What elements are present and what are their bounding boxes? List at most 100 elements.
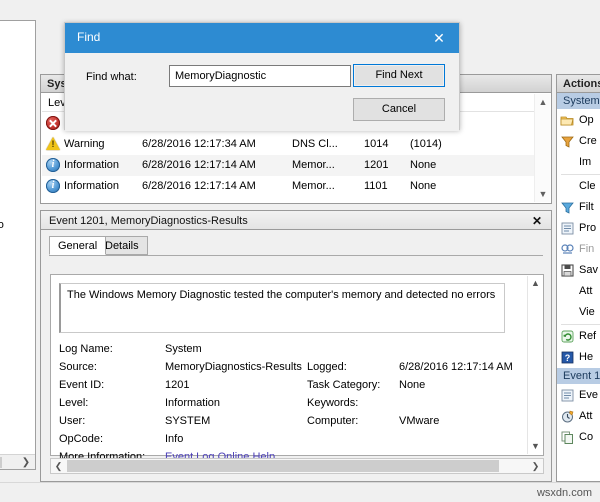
action-save-all-events-as[interactable]: Sav [557,260,600,281]
close-icon[interactable]: ✕ [419,23,459,53]
find-what-label: Find what: [86,71,137,83]
table-row[interactable]: Warning 6/28/2016 12:17:34 AM DNS Cl... … [42,134,534,155]
table-row[interactable]: Information 6/28/2016 12:17:14 AM Memor.… [42,176,534,197]
field-label: User: [59,415,165,427]
error-icon [46,116,60,130]
chevron-right-icon[interactable]: ❯ [19,455,33,470]
table-row[interactable]: Information 6/28/2016 12:17:14 AM Memor.… [42,155,534,176]
center-pane: Syst Lev E [40,74,552,482]
field-value: Information [165,397,305,409]
tree-horizontal-scrollbar[interactable]: ❯ [0,454,35,469]
action-label: Eve [579,389,598,401]
cell-level: Warning [64,134,140,155]
none-icon [560,284,575,299]
refresh-icon [560,329,575,344]
cell-category: None [410,176,500,197]
actions-pane: Actions System Op Cre Im [556,74,600,482]
filter-icon [560,134,575,149]
action-label: Ref [579,330,596,342]
event-details-title-text: Event 1201, MemoryDiagnostics-Results [49,215,248,227]
tree-item-services-log[interactable]: ices Lo [0,219,35,233]
info-icon [46,179,60,193]
filter-icon [560,200,575,215]
status-bar: wsxdn.com [0,482,600,502]
cell-event-id: 1014 [364,134,404,155]
chevron-up-icon[interactable]: ▲ [528,276,543,291]
action-refresh[interactable]: Ref [557,326,600,347]
cell-category: (1014) [410,134,500,155]
action-view[interactable]: Vie [557,302,600,323]
details-scroll-thumb[interactable] [67,460,499,472]
details-vertical-scrollbar[interactable]: ▲ ▼ [527,276,542,454]
action-import-custom-view[interactable]: Im [557,152,600,173]
none-icon [560,305,575,320]
action-help[interactable]: ? He [557,347,600,368]
none-icon [560,155,575,170]
action-attach-task-to-event[interactable]: Att [557,406,600,427]
attach-task-icon [560,409,575,424]
action-label: Att [579,285,592,297]
tab-general[interactable]: General [49,236,106,255]
action-clear-log[interactable]: Cle [557,176,600,197]
find-what-input[interactable] [169,65,351,87]
action-label: Vie [579,306,595,318]
tree-scroll-thumb[interactable] [0,457,2,468]
chevron-right-icon[interactable]: ❯ [528,459,543,473]
properties-icon [560,221,575,236]
action-attach-task-to-log[interactable]: Att [557,281,600,302]
action-find[interactable]: Fin [557,239,600,260]
details-horizontal-scrollbar[interactable]: ❮ ❯ [50,458,544,474]
action-filter-current-log[interactable]: Filt [557,197,600,218]
cell-date: 6/28/2016 12:17:14 AM [142,155,292,176]
actions-group-event: Event 1 [557,368,600,385]
chevron-up-icon[interactable]: ▲ [535,94,551,110]
field-label-2: Computer: [307,415,399,427]
action-create-custom-view[interactable]: Cre [557,131,600,152]
help-icon: ? [560,350,575,365]
event-details-title: Event 1201, MemoryDiagnostics-Results ✕ [40,210,552,230]
cell-date: 6/28/2016 12:17:14 AM [142,176,292,197]
field-value: 1201 [165,379,305,391]
event-details-pane: Event 1201, MemoryDiagnostics-Results ✕ … [40,210,552,482]
field-row: Event ID: 1201 Task Category: None [59,379,521,397]
actions-group-system: System [557,93,600,110]
field-row: Level: Information Keywords: [59,397,521,415]
find-dialog-title: Find [77,30,100,44]
field-value: MemoryDiagnostics-Results [165,361,305,373]
action-label: Cle [579,180,596,192]
chevron-down-icon[interactable]: ▼ [528,439,543,454]
cell-source: Memor... [292,176,364,197]
action-copy[interactable]: Co [557,427,600,448]
action-open-saved-log[interactable]: Op [557,110,600,131]
action-label: Fin [579,243,594,255]
chevron-left-icon[interactable]: ❮ [51,459,66,473]
event-message: The Windows Memory Diagnostic tested the… [59,283,505,333]
find-next-button[interactable]: Find Next [353,64,445,87]
action-event-properties[interactable]: Eve [557,385,600,406]
action-label: Sav [579,264,598,276]
field-label-2: Task Category: [307,379,399,391]
field-label-2: Keywords: [307,397,399,409]
field-label: Level: [59,397,165,409]
console-tree-pane[interactable]: ices Lo ❯ [0,20,36,470]
event-field-list: Log Name: System Source: MemoryDiagnosti… [59,343,521,469]
details-tabstrip: General Details [49,236,543,256]
none-icon [560,179,575,194]
warning-icon [46,137,60,151]
event-properties-icon [560,388,575,403]
event-list-scrollbar[interactable]: ▲ ▼ [534,94,550,202]
find-dialog: Find ✕ Find what: Find Next Cancel [64,22,460,130]
event-details-body: General Details The Windows Memory Diagn… [40,230,552,482]
cell-category: None [410,155,500,176]
field-label: OpCode: [59,433,165,445]
action-label: He [579,351,593,363]
cancel-button[interactable]: Cancel [353,98,445,121]
divider [561,174,600,175]
action-label: Co [579,431,593,443]
open-folder-icon [560,113,575,128]
close-icon[interactable]: ✕ [529,213,545,229]
chevron-down-icon[interactable]: ▼ [535,186,551,202]
copy-icon [560,430,575,445]
general-tab-panel: The Windows Memory Diagnostic tested the… [50,274,544,456]
action-properties[interactable]: Pro [557,218,600,239]
